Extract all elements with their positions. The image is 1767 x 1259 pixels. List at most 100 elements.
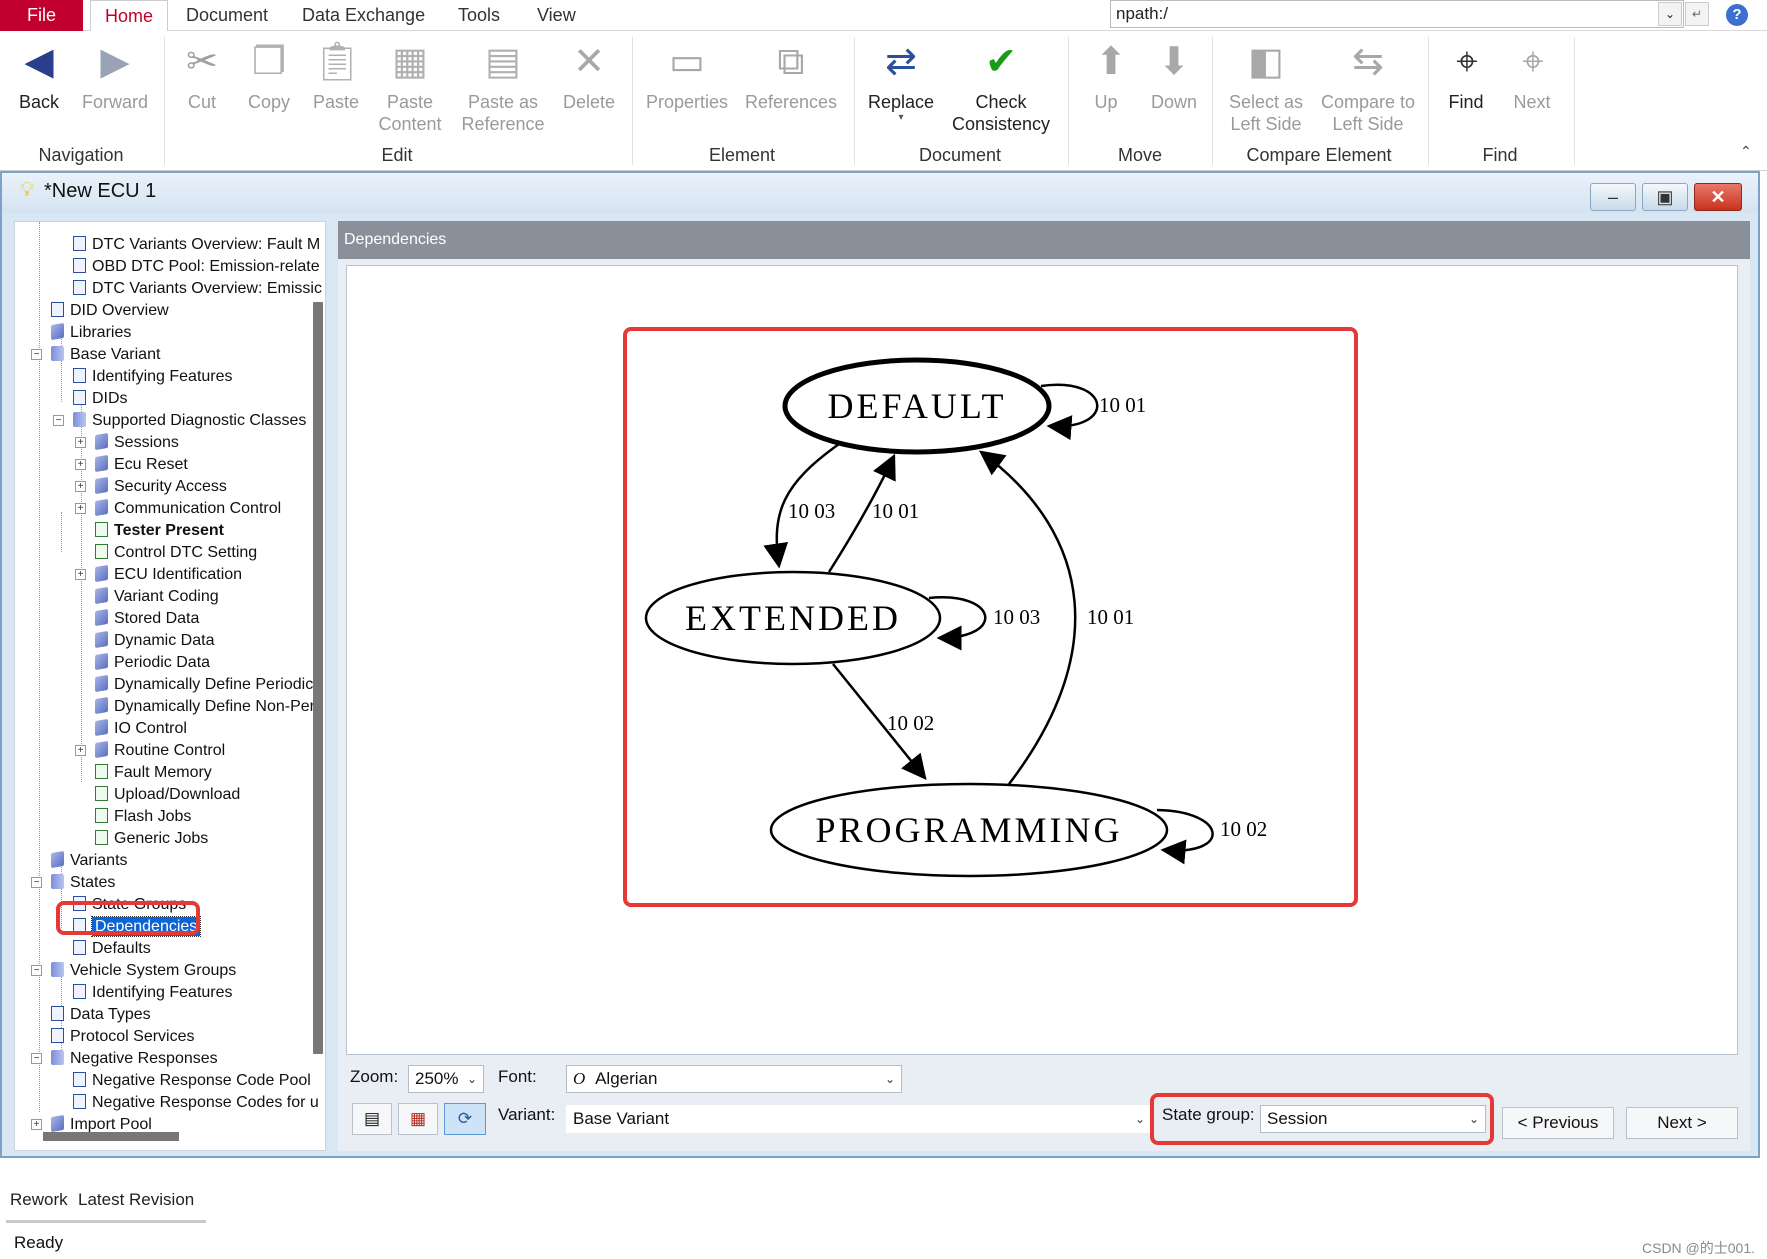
- check-consistency-button[interactable]: ✔ Check Consistency: [948, 39, 1054, 135]
- replace-button[interactable]: ⇄ Replace ▾: [864, 39, 938, 123]
- tab-file[interactable]: File: [0, 0, 83, 31]
- path-dropdown-button[interactable]: ⌄: [1658, 2, 1682, 26]
- expand-icon[interactable]: +: [31, 1119, 42, 1130]
- references-button[interactable]: ⧉ References: [744, 39, 838, 113]
- tree-item[interactable]: Sessions: [95, 432, 179, 454]
- tree-item[interactable]: Periodic Data: [95, 652, 210, 674]
- tree-item[interactable]: Communication Control: [95, 498, 281, 520]
- tree-item[interactable]: Flash Jobs: [95, 806, 191, 828]
- paste-button[interactable]: 📋︎ Paste: [308, 39, 364, 113]
- paste-as-reference-button[interactable]: ▤ Paste as Reference: [458, 39, 548, 135]
- delete-button[interactable]: ✕ Delete: [560, 39, 618, 113]
- table-view-icon: ▦: [409, 1109, 427, 1128]
- collapse-icon[interactable]: −: [31, 349, 42, 360]
- tree-item[interactable]: Vehicle System Groups: [51, 960, 236, 982]
- tree-vertical-scrollbar[interactable]: [313, 302, 323, 1054]
- tree-item[interactable]: Negative Responses: [51, 1048, 218, 1070]
- compare-icon: ⇆: [1352, 41, 1384, 83]
- up-button[interactable]: ⬆ Up: [1088, 39, 1126, 113]
- compare-to-left-side-button[interactable]: ⇆ Compare to Left Side: [1318, 39, 1418, 135]
- tree-item[interactable]: Security Access: [95, 476, 227, 498]
- text-view-button[interactable]: ▤: [352, 1103, 392, 1135]
- down-button[interactable]: ⬇ Down: [1148, 39, 1200, 113]
- copy-button[interactable]: ❐ Copy: [242, 39, 296, 113]
- tree-item[interactable]: Ecu Reset: [95, 454, 188, 476]
- collapse-ribbon-icon[interactable]: ⌃: [1740, 143, 1752, 160]
- cut-button[interactable]: ✂ Cut: [176, 39, 228, 113]
- tab-data-exchange[interactable]: Data Exchange: [288, 0, 439, 31]
- select-as-left-side-button[interactable]: ◧ Select as Left Side: [1224, 39, 1308, 135]
- expand-icon[interactable]: +: [75, 437, 86, 448]
- previous-button[interactable]: < Previous: [1502, 1107, 1614, 1139]
- tree-item[interactable]: Negative Response Codes for u: [73, 1092, 319, 1114]
- font-select[interactable]: O Algerian ⌄: [566, 1065, 902, 1093]
- expand-icon[interactable]: +: [75, 569, 86, 580]
- collapse-icon[interactable]: −: [31, 965, 42, 976]
- tab-rework[interactable]: Rework: [10, 1190, 68, 1210]
- tree-item[interactable]: Base Variant: [51, 344, 160, 366]
- tree-item[interactable]: Supported Diagnostic Classes: [73, 410, 306, 432]
- tree-item[interactable]: Defaults: [73, 938, 151, 960]
- tree-item[interactable]: Tester Present: [95, 520, 224, 542]
- tree-item[interactable]: Dynamically Define Periodic I: [95, 674, 322, 696]
- paste-content-button[interactable]: ▦ Paste Content: [374, 39, 446, 135]
- tree-item[interactable]: Dynamic Data: [95, 630, 214, 652]
- tree-item[interactable]: DTC Variants Overview: Emissic: [73, 278, 322, 300]
- expand-icon[interactable]: +: [75, 745, 86, 756]
- help-icon[interactable]: ?: [1726, 4, 1748, 26]
- tree-item[interactable]: Routine Control: [95, 740, 225, 762]
- restore-button[interactable]: ▣: [1642, 183, 1688, 211]
- expand-icon[interactable]: +: [75, 503, 86, 514]
- replace-dropdown-arrow-icon[interactable]: ▾: [864, 113, 938, 123]
- tree-item[interactable]: Data Types: [51, 1004, 151, 1026]
- tree-item[interactable]: Control DTC Setting: [95, 542, 257, 564]
- tree-item[interactable]: Negative Response Code Pool: [73, 1070, 311, 1092]
- tree-item[interactable]: DID Overview: [51, 300, 169, 322]
- expand-icon[interactable]: +: [75, 481, 86, 492]
- tree-horizontal-scrollbar[interactable]: [43, 1132, 179, 1141]
- minimize-button[interactable]: ‒: [1590, 183, 1636, 211]
- tab-tools[interactable]: Tools: [444, 0, 514, 31]
- check-consistency-icon: ✔: [985, 41, 1017, 83]
- collapse-icon[interactable]: −: [53, 415, 64, 426]
- tree-item[interactable]: Protocol Services: [51, 1026, 195, 1048]
- tree-item[interactable]: Dynamically Define Non-Peri: [95, 696, 319, 718]
- graph-view-button[interactable]: ⟳: [444, 1103, 486, 1135]
- tree-item[interactable]: States: [51, 872, 115, 894]
- path-input[interactable]: npath:/: [1110, 0, 1684, 28]
- path-go-button[interactable]: ↵: [1685, 2, 1709, 26]
- tree-item[interactable]: Libraries: [51, 322, 131, 344]
- collapse-icon[interactable]: −: [31, 877, 42, 888]
- tree-item[interactable]: ECU Identification: [95, 564, 242, 586]
- tab-document[interactable]: Document: [172, 0, 282, 31]
- tab-view[interactable]: View: [523, 0, 590, 31]
- graph-canvas[interactable]: DEFAULT EXTENDED PROGRAMMING 10 01 10 03…: [346, 265, 1738, 1055]
- properties-button[interactable]: ▭ Properties: [644, 39, 730, 113]
- table-view-button[interactable]: ▦: [398, 1103, 438, 1135]
- tree-item[interactable]: Variants: [51, 850, 128, 872]
- tree-item[interactable]: OBD DTC Pool: Emission-relate: [73, 256, 320, 278]
- zoom-select[interactable]: 250% ⌄: [408, 1065, 484, 1093]
- tab-latest-revision[interactable]: Latest Revision: [78, 1190, 194, 1210]
- tree-item[interactable]: IO Control: [95, 718, 187, 740]
- tree-item[interactable]: Fault Memory: [95, 762, 212, 784]
- tree-item[interactable]: Variant Coding: [95, 586, 219, 608]
- tree-item-label: Dynamic Data: [114, 632, 215, 649]
- find-next-button[interactable]: ⌖ Next: [1510, 39, 1554, 113]
- tree-item[interactable]: Generic Jobs: [95, 828, 208, 850]
- find-button[interactable]: ⌖ Find: [1444, 39, 1488, 113]
- tree-item[interactable]: DTC Variants Overview: Fault M: [73, 234, 320, 256]
- collapse-icon[interactable]: −: [31, 1053, 42, 1064]
- forward-button[interactable]: ▶ Forward: [78, 39, 152, 113]
- back-button[interactable]: ◀ Back: [14, 39, 64, 113]
- tree-item[interactable]: Upload/Download: [95, 784, 240, 806]
- close-button[interactable]: ✕: [1694, 183, 1742, 211]
- next-button[interactable]: Next >: [1626, 1107, 1738, 1139]
- tab-home[interactable]: Home: [90, 0, 169, 32]
- tree-item[interactable]: Stored Data: [95, 608, 199, 630]
- tree-item[interactable]: Identifying Features: [73, 982, 233, 1004]
- tree-item[interactable]: Identifying Features: [73, 366, 233, 388]
- expand-icon[interactable]: +: [75, 459, 86, 470]
- tree-item[interactable]: DIDs: [73, 388, 128, 410]
- variant-select[interactable]: Base Variant ⌄: [566, 1105, 1152, 1133]
